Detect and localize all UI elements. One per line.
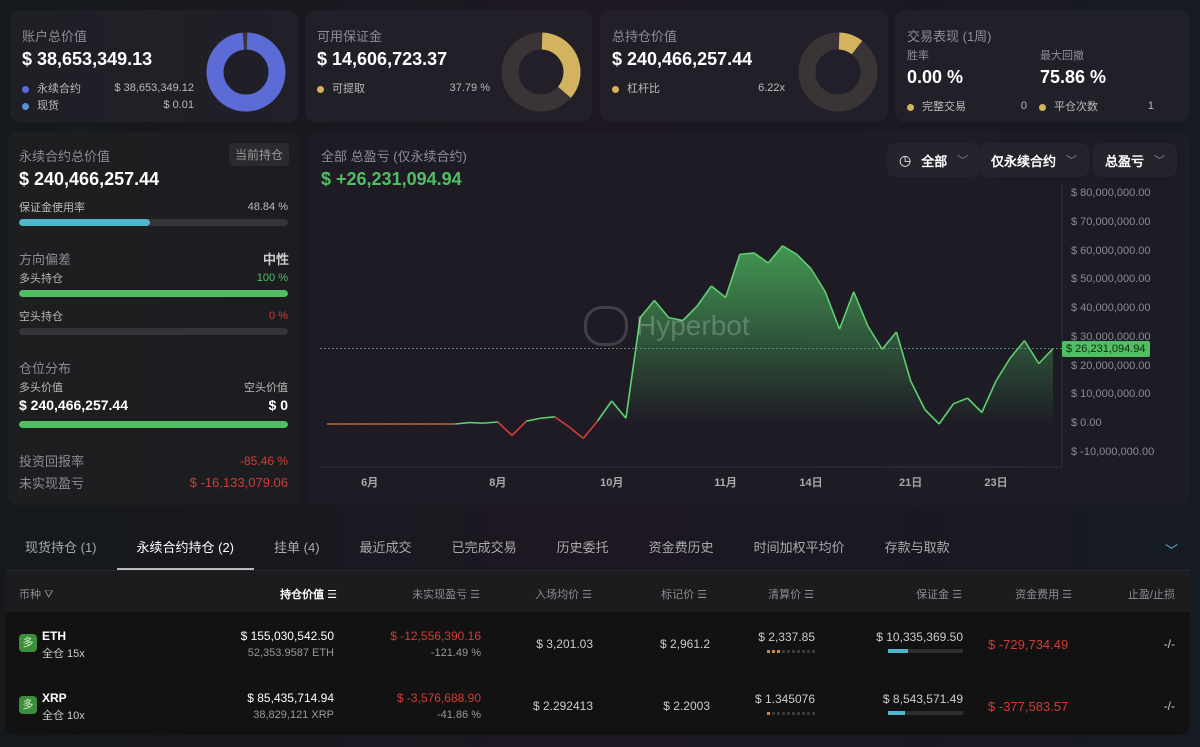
- tab-8[interactable]: 存款与取款: [865, 528, 970, 570]
- margin-bar: [888, 649, 963, 653]
- x-tick-label: 11月: [714, 477, 737, 489]
- coin-symbol[interactable]: XRP: [42, 691, 67, 705]
- y-tick-label: $ 0.00: [1071, 417, 1102, 429]
- pnl-line-segment: [469, 421, 484, 424]
- tpsl-value[interactable]: -/-: [1164, 637, 1175, 651]
- liquidation-risk-indicator: [755, 710, 815, 715]
- pnl-area: [327, 245, 1053, 424]
- margin-bar: [888, 711, 963, 715]
- positions-tabs: 现货持仓 (1) 永续合约持仓 (2) 挂单 (4) 最近成交 已完成交易 历史委托 资金费…: [5, 528, 1190, 571]
- unrealized-pnl: $ -3,576,688.90: [396, 691, 481, 705]
- x-tick-label: 10月: [600, 477, 624, 489]
- tab-7[interactable]: 时间加权平均价: [734, 528, 865, 570]
- tab-6[interactable]: 资金费历史: [629, 528, 734, 570]
- y-tick-label: $ -10,000,000.00: [1071, 445, 1155, 458]
- tab-4[interactable]: 已完成交易: [432, 528, 537, 570]
- y-tick-label: $ 10,000,000.00: [1071, 388, 1151, 401]
- margin-mode: 全仓 10x: [42, 710, 85, 722]
- y-tick-label: $ 60,000,000.00: [1071, 244, 1151, 257]
- tab-5[interactable]: 历史委托: [537, 528, 629, 570]
- filter-icon: ⛛: [44, 589, 54, 601]
- x-tick-label: 23日: [984, 477, 1008, 489]
- tab-1[interactable]: 永续合约持仓 (2): [116, 528, 255, 570]
- chevron-down-icon[interactable]: ﹀: [1165, 540, 1178, 559]
- y-tick-label: $ 40,000,000.00: [1071, 302, 1151, 314]
- x-tick-label: 21日: [899, 477, 923, 489]
- mark-price: $ 2.2003: [663, 699, 710, 713]
- funding-fee: $ -377,583.57: [988, 699, 1069, 714]
- tpsl-value[interactable]: -/-: [1164, 699, 1175, 713]
- pnl-area-chart: [320, 185, 1063, 468]
- margin-mode: 全仓 15x: [42, 648, 85, 660]
- liquidation-price: $ 1.345076: [754, 692, 815, 706]
- margin-value: $ 10,335,369.50: [876, 630, 963, 644]
- x-tick-label: 14日: [799, 477, 823, 489]
- column-header-upnl[interactable]: 未实现盈亏 ☰: [412, 586, 480, 602]
- column-header-liq[interactable]: 清算价 ☰: [768, 586, 814, 602]
- unrealized-pnl-pct: -121.49 %: [430, 647, 481, 659]
- y-tick-label: $ 70,000,000.00: [1071, 215, 1151, 228]
- pnl-line-segment: [568, 426, 584, 439]
- table-row[interactable]: 多 XRP 全仓 10x $ 85,435,714.94 38,829,121 X…: [5, 674, 1190, 736]
- positions-table: 币种 ⛛ 持仓价值 ☰ 未实现盈亏 ☰ 入场均价 ☰ 标记价 ☰ 清算价 ☰ 保…: [5, 572, 1190, 735]
- tab-3[interactable]: 最近成交: [340, 528, 432, 570]
- liquidation-price: $ 2,337.85: [758, 630, 815, 644]
- pnl-line-segment: [497, 421, 513, 437]
- unrealized-pnl: $ -12,556,390.16: [390, 629, 481, 643]
- long-side-badge: 多: [19, 634, 37, 652]
- table-row[interactable]: 多 ETH 全仓 15x $ 155,030,542.50 52,353.9587…: [5, 612, 1190, 674]
- coin-symbol[interactable]: ETH: [42, 629, 66, 643]
- position-size: 52,353.9587 ETH: [247, 647, 334, 659]
- unrealized-pnl-pct: -41.86 %: [436, 709, 481, 721]
- column-header-coin[interactable]: 币种 ⛛: [19, 586, 53, 602]
- mark-price: $ 2,961.2: [659, 637, 710, 651]
- position-value: $ 155,030,542.50: [240, 629, 334, 643]
- entry-price: $ 2.292413: [532, 699, 593, 713]
- tab-2[interactable]: 挂单 (4): [254, 528, 340, 570]
- position-value: $ 85,435,714.94: [247, 691, 334, 705]
- column-header-entry[interactable]: 入场均价 ☰: [535, 586, 592, 602]
- liquidation-risk-indicator: [758, 648, 815, 653]
- entry-price: $ 3,201.03: [536, 637, 593, 651]
- y-tick-label: $ 50,000,000.00: [1071, 273, 1151, 286]
- margin-value: $ 8,543,571.49: [882, 692, 963, 706]
- funding-fee: $ -729,734.49: [988, 637, 1069, 652]
- x-tick-label: 8月: [489, 477, 507, 489]
- position-size: 38,829,121 XRP: [253, 709, 334, 721]
- long-side-badge: 多: [19, 696, 37, 714]
- table-header: 币种 ⛛ 持仓价值 ☰ 未实现盈亏 ☰ 入场均价 ☰ 标记价 ☰ 清算价 ☰ 保…: [5, 572, 1190, 612]
- x-tick-label: 6月: [361, 477, 379, 489]
- column-header-tpsl: 止盈/止损: [1127, 589, 1175, 601]
- column-header-funding[interactable]: 资金费用 ☰: [1015, 586, 1072, 602]
- y-tick-label: $ 80,000,000.00: [1071, 187, 1151, 199]
- tab-0[interactable]: 现货持仓 (1): [5, 528, 117, 570]
- column-header-mark[interactable]: 标记价 ☰: [661, 586, 707, 602]
- current-pnl-marker: $ 26,231,094.94: [1062, 341, 1150, 357]
- y-tick-label: $ 20,000,000.00: [1071, 359, 1151, 372]
- column-header-value[interactable]: 持仓价值 ☰: [280, 586, 337, 602]
- column-header-margin[interactable]: 保证金 ☰: [916, 586, 962, 602]
